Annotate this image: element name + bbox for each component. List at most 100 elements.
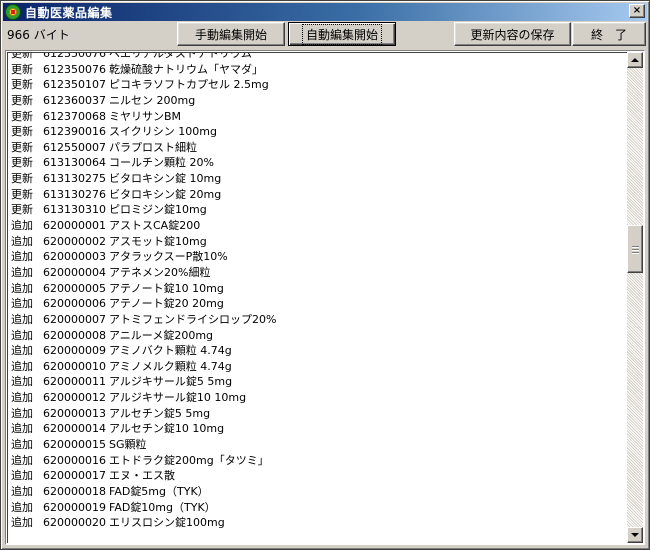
row-action: 更新 xyxy=(11,187,33,201)
scroll-down-button[interactable] xyxy=(627,527,643,543)
list-item[interactable]: 追加 620000009 アミノバクト顆粒 4.74g xyxy=(8,343,627,359)
list-item[interactable]: 追加 620000020 エリスロシン錠100mg xyxy=(8,515,627,531)
row-action: 追加 xyxy=(11,359,33,373)
list-item[interactable]: 更新 612390016 スイクリシン 100mg xyxy=(8,124,627,140)
row-action: 更新 xyxy=(11,140,33,154)
row-code: 620000013 xyxy=(43,406,106,420)
row-action: 更新 xyxy=(11,109,33,123)
list-item[interactable]: 追加 620000015 SG顆粒 xyxy=(8,437,627,453)
row-action: 追加 xyxy=(11,469,33,483)
save-changes-label: 更新内容の保存 xyxy=(470,27,555,42)
row-code: 613130275 xyxy=(43,172,106,186)
row-drug-name: アテノート錠10 10mg xyxy=(109,281,224,295)
row-drug-name: FAD錠5mg（TYK） xyxy=(109,484,209,498)
row-code: 612390016 xyxy=(43,125,106,139)
list-item[interactable]: 追加 620000005 アテノート錠10 10mg xyxy=(8,281,627,297)
list-item[interactable]: 更新 613130275 ビタロキシン錠 10mg xyxy=(8,171,627,187)
row-action: 追加 xyxy=(11,406,33,420)
row-code: 620000008 xyxy=(43,328,106,342)
list-item[interactable]: 追加 620000008 アニルーメ錠200mg xyxy=(8,328,627,344)
row-code: 620000002 xyxy=(43,234,106,248)
list-item[interactable]: 追加 620000016 エトドラク錠200mg「タツミ」 xyxy=(8,453,627,469)
app-window: 自動医薬品編集 × 966 バイト 手動編集開始 自動編集開始 更新内容の保存 … xyxy=(0,0,650,550)
list-item[interactable]: 更新 612550007 パラプロスト細粒 xyxy=(8,140,627,156)
grip-line-icon xyxy=(631,248,639,250)
row-code: 612550007 xyxy=(43,140,106,154)
list-item[interactable]: 追加 620000003 アタラックスーP散10% xyxy=(8,249,627,265)
list-item[interactable]: 追加 620000006 アテノート錠20 20mg xyxy=(8,296,627,312)
list-item[interactable]: 更新 612350107 ピコキラソフトカプセル 2.5mg xyxy=(8,77,627,93)
close-button[interactable]: × xyxy=(629,4,645,18)
row-action: 追加 xyxy=(11,250,33,264)
list-item[interactable]: 追加 620000002 アスモット錠10mg xyxy=(8,234,627,250)
row-drug-name: ビタロキシン錠 10mg xyxy=(109,172,222,186)
exit-label: 終 了 xyxy=(590,27,627,42)
list-item[interactable]: 追加 620000011 アルジキサール錠5 5mg xyxy=(8,374,627,390)
row-code: 620000009 xyxy=(43,344,106,358)
row-action: 更新 xyxy=(11,172,33,186)
row-action: 追加 xyxy=(11,484,33,498)
auto-edit-label: 自動編集開始 xyxy=(301,23,383,45)
list-item[interactable]: 追加 620000017 エヌ・エス散 xyxy=(8,468,627,484)
list-item[interactable]: 追加 620000012 アルジキサール錠10 10mg xyxy=(8,390,627,406)
chevron-down-icon xyxy=(631,533,639,537)
list-item[interactable]: 追加 620000010 アミノメルク顆粒 4.74g xyxy=(8,359,627,375)
list-item[interactable]: 追加 620000007 アトミフェンドライシロップ20% xyxy=(8,312,627,328)
list-item[interactable]: 更新 613130064 コールチン顆粒 20% xyxy=(8,155,627,171)
list-item[interactable]: 更新 612370068 ミヤリサンBM xyxy=(8,109,627,125)
exit-button[interactable]: 終 了 xyxy=(572,22,646,46)
row-code: 613130064 xyxy=(43,156,106,170)
save-changes-button[interactable]: 更新内容の保存 xyxy=(454,22,571,46)
update-list-viewport[interactable]: 更新 612350076 ベエリアルダストナトリウム 更新 612350076 乾燥硫酸ナ… xyxy=(7,52,627,543)
update-list-box[interactable]: 更新 612350076 ベエリアルダストナトリウム 更新 612350076 乾燥硫酸ナ… xyxy=(5,50,645,545)
row-code: 620000007 xyxy=(43,312,106,326)
row-action: 更新 xyxy=(11,125,33,139)
row-drug-name: アスモット錠10mg xyxy=(109,234,207,248)
manual-edit-button[interactable]: 手動編集開始 xyxy=(177,22,285,46)
row-drug-name: アトミフェンドライシロップ20% xyxy=(109,312,277,326)
list-item[interactable]: 更新 612350076 ベエリアルダストナトリウム xyxy=(8,53,627,62)
row-code: 620000004 xyxy=(43,265,106,279)
row-action: 追加 xyxy=(11,438,33,452)
row-code: 620000001 xyxy=(43,219,106,233)
row-action: 追加 xyxy=(11,281,33,295)
title-bar[interactable]: 自動医薬品編集 × xyxy=(3,3,647,21)
list-item[interactable]: 追加 620000013 アルセチン錠5 5mg xyxy=(8,406,627,422)
row-drug-name: アテネメン20%細粒 xyxy=(109,265,211,279)
row-drug-name: スイクリシン 100mg xyxy=(109,125,217,139)
row-action: 追加 xyxy=(11,344,33,358)
row-code: 613130310 xyxy=(43,203,106,217)
row-drug-name: ピロミジン錠10mg xyxy=(109,203,207,217)
row-action: 追加 xyxy=(11,219,33,233)
vertical-scrollbar[interactable] xyxy=(627,52,643,543)
row-code: 620000005 xyxy=(43,281,106,295)
close-icon: × xyxy=(632,5,642,16)
row-action: 追加 xyxy=(11,312,33,326)
list-item[interactable]: 追加 620000014 アルセチン錠10 10mg xyxy=(8,421,627,437)
list-item[interactable]: 更新 612360037 ニルセン 200mg xyxy=(8,93,627,109)
grip-line-icon xyxy=(631,251,639,253)
list-item[interactable]: 追加 620000004 アテネメン20%細粒 xyxy=(8,265,627,281)
row-drug-name: ミヤリサンBM xyxy=(109,109,182,123)
update-list-rows: 更新 612350076 ベエリアルダストナトリウム 更新 612350076 乾燥硫酸ナ… xyxy=(8,53,627,531)
row-action: 更新 xyxy=(11,203,33,217)
row-drug-name: アストスCA錠200 xyxy=(109,219,201,233)
row-code: 620000018 xyxy=(43,484,106,498)
list-item[interactable]: 追加 620000018 FAD錠5mg（TYK） xyxy=(8,484,627,500)
auto-edit-button[interactable]: 自動編集開始 xyxy=(288,22,396,46)
row-drug-name: アテノート錠20 20mg xyxy=(109,297,224,311)
row-drug-name: ビタロキシン錠 20mg xyxy=(109,187,222,201)
scroll-up-button[interactable] xyxy=(627,52,643,68)
row-drug-name: ピコキラソフトカプセル 2.5mg xyxy=(109,78,269,92)
list-item[interactable]: 追加 620000019 FAD錠10mg（TYK） xyxy=(8,500,627,516)
scrollbar-thumb[interactable] xyxy=(627,225,643,273)
list-item[interactable]: 更新 612350076 乾燥硫酸ナトリウム「ヤマダ」 xyxy=(8,62,627,78)
list-item[interactable]: 更新 613130276 ビタロキシン錠 20mg xyxy=(8,187,627,203)
row-drug-name: アミノバクト顆粒 4.74g xyxy=(109,344,232,358)
row-action: 追加 xyxy=(11,500,33,514)
row-code: 620000003 xyxy=(43,250,106,264)
row-drug-name: アルセチン錠5 5mg xyxy=(109,406,211,420)
list-item[interactable]: 追加 620000001 アストスCA錠200 xyxy=(8,218,627,234)
list-item[interactable]: 更新 613130310 ピロミジン錠10mg xyxy=(8,202,627,218)
row-code: 612350076 xyxy=(43,62,106,76)
